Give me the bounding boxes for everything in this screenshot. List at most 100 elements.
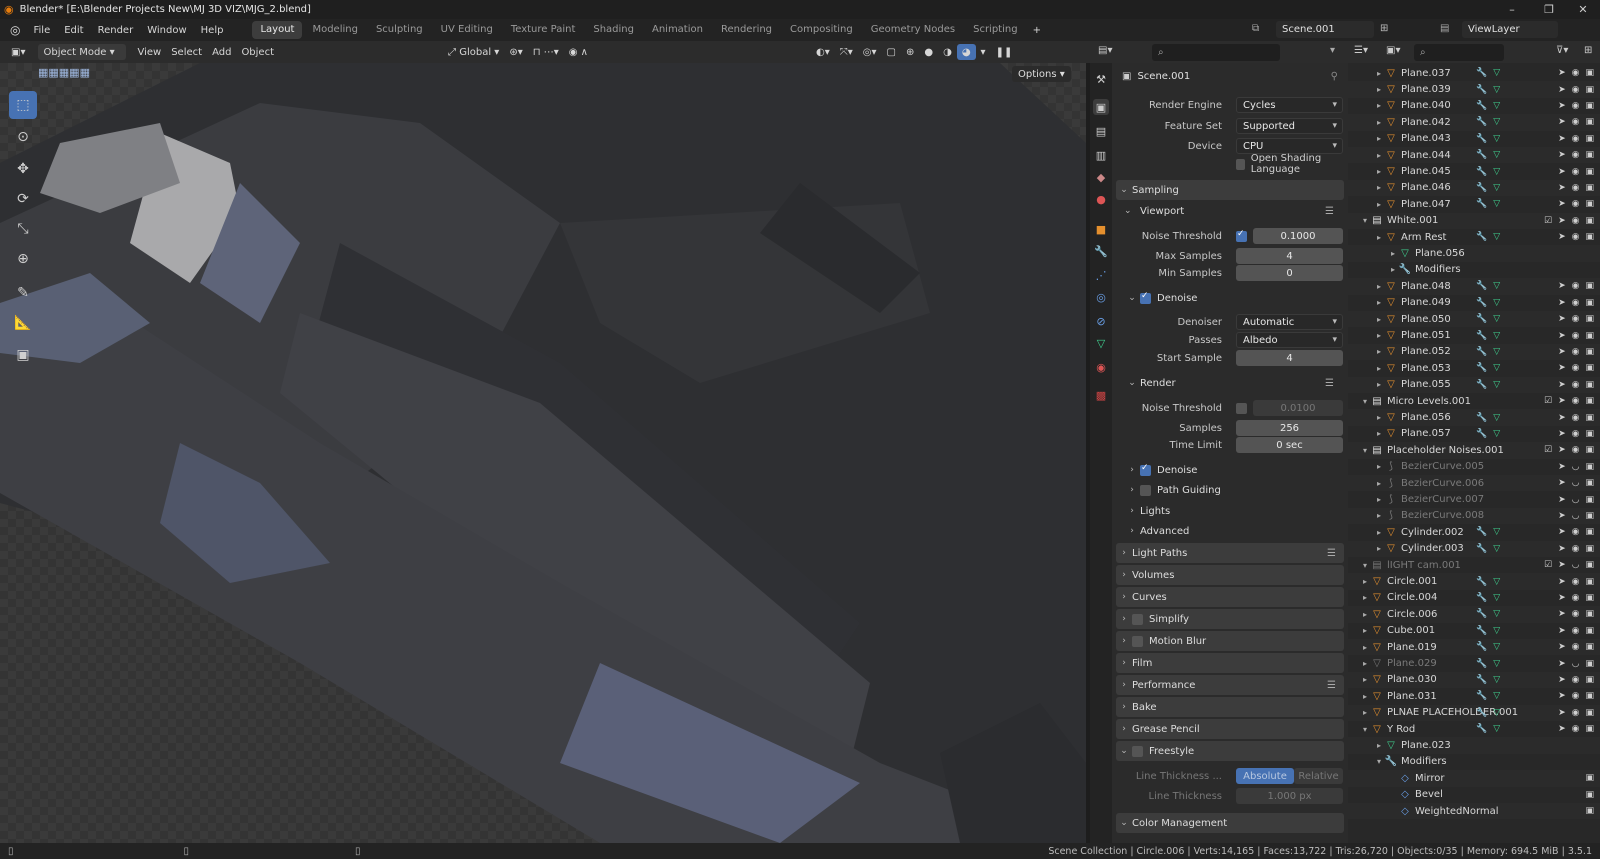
pause-render-icon[interactable]: ❚❚ [991,44,1018,60]
camera-icon[interactable]: ▣ [1585,462,1594,472]
particles-tab-icon[interactable]: ⋰ [1093,267,1109,283]
texture-tab-icon[interactable]: ▩ [1093,387,1109,403]
modifier-icon[interactable]: 🔧 [1476,708,1487,718]
outliner-row[interactable]: ▸ 🔧 Modifiers [1348,262,1600,278]
expand-arrow-icon[interactable]: ▸ [1374,101,1384,110]
snap-icon[interactable]: ⊓ ⋯▾ [528,44,564,60]
select-arrow-icon[interactable]: ➤ [1558,68,1566,78]
viewport-subpanel[interactable]: ⌄ Viewport ☰ [1124,202,1344,220]
outliner-row[interactable]: ▸ ⟆ BezierCurve.006 ➤ ◡ ▣ [1348,475,1600,492]
expand-arrow-icon[interactable]: ▸ [1374,528,1384,537]
eye-icon[interactable]: ◡ [1572,659,1580,669]
outliner-row[interactable]: ▾ ▤ lIGHT cam.001 ☑ ➤ ◡ ▣ [1348,557,1600,573]
transform-icon[interactable]: ⊕ [9,245,37,273]
expand-arrow-icon[interactable]: ▸ [1360,610,1370,619]
time-limit-field[interactable]: 0 sec [1236,437,1343,453]
eye-icon[interactable]: ◉ [1572,609,1580,619]
select-arrow-icon[interactable]: ➤ [1558,560,1566,570]
select-arrow-icon[interactable]: ➤ [1558,167,1566,177]
constraints-tab-icon[interactable]: ⊘ [1093,313,1109,329]
device-dropdown[interactable]: CPU [1236,138,1343,154]
expand-arrow-icon[interactable]: ▸ [1374,544,1384,553]
camera-icon[interactable]: ▣ [1585,790,1594,800]
expand-arrow-icon[interactable]: ▸ [1374,331,1384,340]
modifier-icon[interactable]: 🔧 [1476,314,1487,324]
select-arrow-icon[interactable]: ➤ [1558,544,1566,554]
tab-modeling[interactable]: Modeling [304,21,366,39]
expand-arrow-icon[interactable]: ▸ [1360,708,1370,717]
eye-icon[interactable]: ◉ [1572,134,1580,144]
expand-arrow-icon[interactable]: ▸ [1374,495,1384,504]
expand-arrow-icon[interactable]: ▸ [1360,577,1370,586]
expand-arrow-icon[interactable]: ▸ [1374,298,1384,307]
eye-icon[interactable]: ◉ [1572,101,1580,111]
camera-icon[interactable]: ▣ [1585,708,1594,718]
camera-icon[interactable]: ▣ [1585,167,1594,177]
properties-search[interactable]: ⌕ [1152,44,1280,61]
camera-icon[interactable]: ▣ [1585,691,1594,701]
properties-options-icon[interactable]: ▾ [1330,45,1335,56]
outliner-row[interactable]: ▾ ▤ Placeholder Noises.001 ☑ ➤ ◉ ▣ [1348,442,1600,459]
outliner-row[interactable]: ◇ WeightedNormal ▣ [1348,803,1600,820]
expand-arrow-icon[interactable]: ▸ [1374,118,1384,127]
camera-icon[interactable]: ▣ [1585,675,1594,685]
outliner-row[interactable]: ▸ ▽ Plane.049 🔧 ▽ ➤ ◉ ▣ [1348,295,1600,311]
eye-icon[interactable]: ◉ [1572,85,1580,95]
eye-icon[interactable]: ◡ [1572,511,1580,521]
camera-icon[interactable]: ▣ [1585,659,1594,669]
bake-panel[interactable]: › Bake [1116,697,1344,717]
options-dropdown[interactable]: Options ▾ [1012,66,1071,82]
eye-icon[interactable]: ◉ [1572,593,1580,603]
outliner-row[interactable]: ▸ ▽ Arm Rest 🔧 ▽ ➤ ◉ ▣ [1348,229,1600,245]
freestyle-panel[interactable]: ⌄ Freestyle [1116,741,1344,761]
modifier-icon[interactable]: 🔧 [1476,347,1487,357]
modifier-icon[interactable]: 🔧 [1476,331,1487,341]
outliner-row[interactable]: ▸ ▽ Plane.043 🔧 ▽ ➤ ◉ ▣ [1348,131,1600,147]
camera-icon[interactable]: ▣ [1585,806,1594,816]
exclude-checkbox-icon[interactable]: ☑ [1544,560,1552,570]
mesh-data-icon[interactable]: ▽ [1493,675,1500,685]
mesh-data-icon[interactable]: ▽ [1493,85,1500,95]
camera-icon[interactable]: ▣ [1585,560,1594,570]
eye-icon[interactable]: ◉ [1572,281,1580,291]
outliner-row[interactable]: ▸ ▽ Cylinder.003 🔧 ▽ ➤ ◉ ▣ [1348,540,1600,557]
select-arrow-icon[interactable]: ➤ [1558,593,1566,603]
select-arrow-icon[interactable]: ➤ [1558,232,1566,242]
expand-arrow-icon[interactable]: ▸ [1374,462,1384,471]
camera-icon[interactable]: ▣ [1585,511,1594,521]
camera-icon[interactable]: ▣ [1585,724,1594,734]
light-paths-presets-icon[interactable]: ☰ [1327,548,1336,559]
modifier-icon[interactable]: 🔧 [1476,527,1487,537]
camera-icon[interactable]: ▣ [1585,68,1594,78]
camera-icon[interactable]: ▣ [1585,380,1594,390]
outliner-row[interactable]: ▸ ▽ Plane.030 🔧 ▽ ➤ ◉ ▣ [1348,671,1600,689]
modifier-icon[interactable]: 🔧 [1476,199,1487,209]
visibility-icon[interactable]: ◐▾ [811,44,835,60]
world-tab-icon[interactable]: ● [1093,191,1109,207]
modifier-tab-icon[interactable]: 🔧 [1093,243,1109,259]
outliner-row[interactable]: ▸ ▽ Circle.001 🔧 ▽ ➤ ◉ ▣ [1348,573,1600,590]
mesh-data-icon[interactable]: ▽ [1493,527,1500,537]
data-tab-icon[interactable]: ▽ [1093,335,1109,351]
eye-icon[interactable]: ◉ [1572,183,1580,193]
outliner-row[interactable]: ▸ ▽ Plane.044 🔧 ▽ ➤ ◉ ▣ [1348,147,1600,164]
outliner-row[interactable]: ◇ Bevel ▣ [1348,787,1600,803]
modifier-icon[interactable]: 🔧 [1476,691,1487,701]
mesh-data-icon[interactable]: ▽ [1493,544,1500,554]
select-arrow-icon[interactable]: ➤ [1558,445,1566,455]
view-layer-selector[interactable]: ViewLayer [1462,21,1558,38]
select-arrow-icon[interactable]: ➤ [1558,675,1566,685]
expand-arrow-icon[interactable]: ▾ [1360,725,1370,734]
shading-material-icon[interactable]: ◑ [938,44,957,60]
expand-arrow-icon[interactable]: ▸ [1374,233,1384,242]
modifier-icon[interactable]: 🔧 [1476,429,1487,439]
modifier-icon[interactable]: 🔧 [1476,150,1487,160]
mesh-data-icon[interactable]: ▽ [1493,281,1500,291]
eye-icon[interactable]: ◉ [1572,167,1580,177]
camera-icon[interactable]: ▣ [1585,232,1594,242]
tab-compositing[interactable]: Compositing [782,21,861,39]
outliner-row[interactable]: ▾ ▽ Y Rod 🔧 ▽ ➤ ◉ ▣ [1348,721,1600,737]
outliner-row[interactable]: ▸ ⟆ BezierCurve.007 ➤ ◡ ▣ [1348,491,1600,507]
render-tab-icon[interactable]: ▣ [1093,99,1109,115]
close-button[interactable]: ✕ [1568,0,1598,19]
